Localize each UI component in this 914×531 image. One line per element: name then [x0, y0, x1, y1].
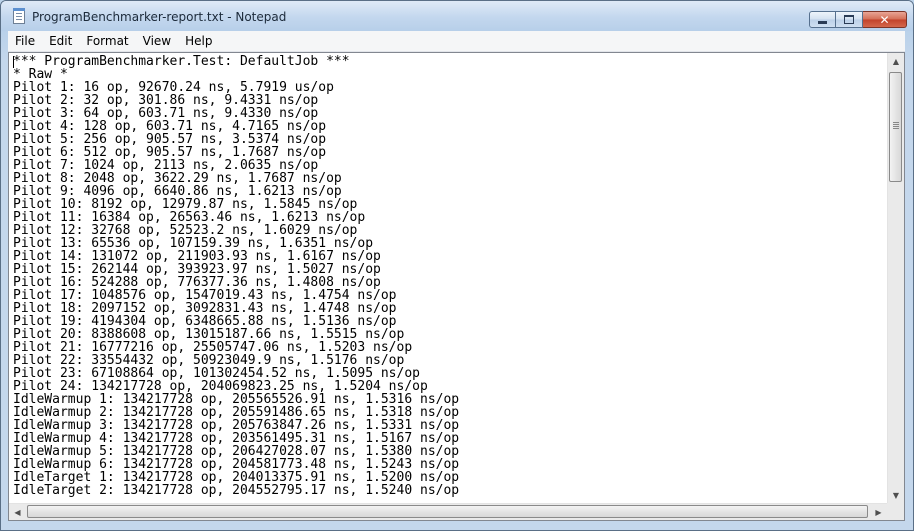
vertical-scrollbar[interactable]: ▲ ▼ — [887, 53, 904, 504]
menu-format[interactable]: Format — [79, 32, 135, 51]
title-bar[interactable]: ProgramBenchmarker-report.txt - Notepad … — [1, 1, 913, 31]
menu-file[interactable]: File — [8, 32, 42, 51]
notepad-icon[interactable] — [13, 8, 25, 24]
caption-buttons: ✕ — [809, 11, 907, 30]
grip-icon — [893, 122, 899, 123]
text-caret — [13, 56, 14, 68]
scroll-left-icon[interactable]: ◀ — [9, 504, 26, 520]
notepad-window: ProgramBenchmarker-report.txt - Notepad … — [0, 0, 914, 531]
maximize-icon — [844, 15, 854, 24]
maximize-button[interactable] — [836, 11, 863, 28]
text-line: IdleTarget 2: 134217728 op, 204552795.17… — [13, 483, 460, 498]
horizontal-scrollbar[interactable]: ◀ ▶ — [9, 503, 887, 520]
menu-view[interactable]: View — [136, 32, 178, 51]
vertical-scroll-thumb[interactable] — [889, 72, 902, 182]
horizontal-scroll-thumb[interactable] — [27, 505, 868, 518]
scrollbar-corner — [887, 503, 904, 520]
scroll-up-icon[interactable]: ▲ — [888, 53, 904, 70]
minimize-button[interactable] — [809, 11, 836, 28]
scroll-right-icon[interactable]: ▶ — [870, 504, 887, 520]
menu-edit[interactable]: Edit — [42, 32, 79, 51]
text-line: *** ProgramBenchmarker.Test: DefaultJob … — [13, 55, 350, 69]
close-icon: ✕ — [879, 12, 890, 27]
minimize-icon — [818, 21, 827, 24]
document-text[interactable]: *** ProgramBenchmarker.Test: DefaultJob … — [13, 55, 885, 501]
menu-bar: File Edit Format View Help — [8, 31, 905, 52]
window-title: ProgramBenchmarker-report.txt - Notepad — [32, 10, 287, 24]
close-button[interactable]: ✕ — [863, 11, 907, 28]
text-editor[interactable]: *** ProgramBenchmarker.Test: DefaultJob … — [8, 52, 905, 521]
menu-help[interactable]: Help — [178, 32, 219, 51]
scroll-down-icon[interactable]: ▼ — [888, 487, 904, 504]
